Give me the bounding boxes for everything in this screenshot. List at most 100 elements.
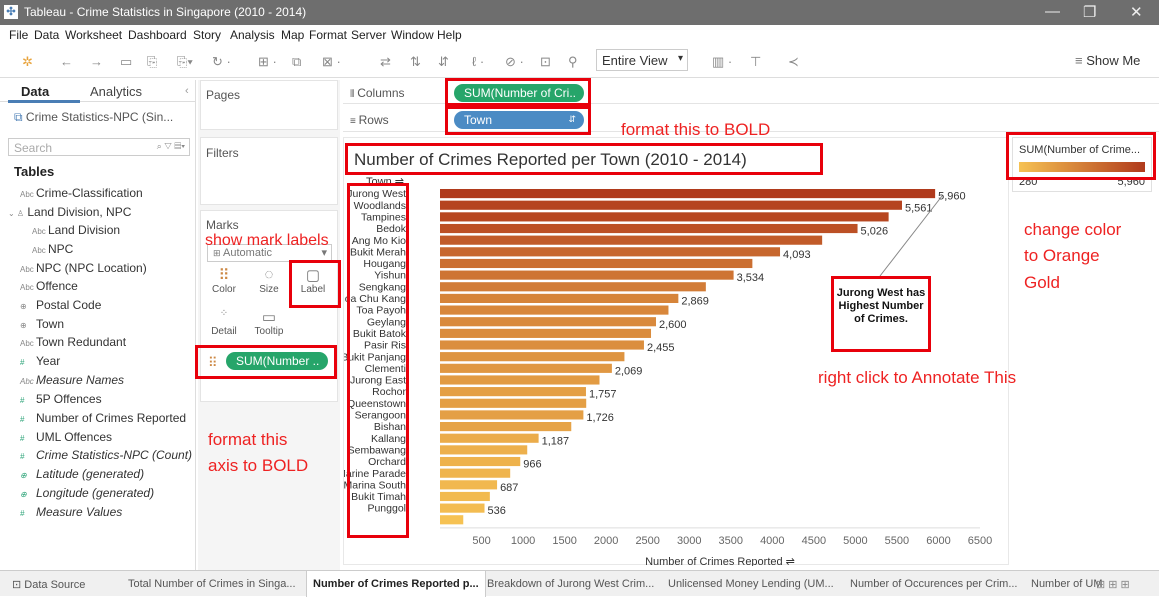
bar — [440, 235, 823, 245]
bar — [440, 445, 528, 455]
field-measure-names[interactable]: Abc Measure Names — [20, 373, 124, 387]
menu-story[interactable]: Story — [193, 28, 221, 42]
field-town-redundant[interactable]: Abc Town Redundant — [20, 335, 126, 349]
bar — [440, 491, 490, 502]
tooltip-button[interactable]: ▭ Tooltip — [251, 308, 287, 344]
new-datasource-icon[interactable]: ⎘ — [147, 54, 157, 70]
close-icon[interactable]: ✕ — [1130, 3, 1143, 21]
fit-dropdown[interactable]: Entire View ▾ — [596, 49, 688, 71]
field-land-division-npc[interactable]: ⌄ ♙ Land Division, NPC — [8, 205, 131, 219]
maximize-icon[interactable]: ❐ — [1083, 3, 1096, 21]
field-postal-code[interactable]: ⊕ Postal Code — [20, 298, 101, 312]
menu-map[interactable]: Map — [281, 28, 304, 42]
add-sheet-icon[interactable]: ⊞ · — [258, 54, 277, 70]
menu-window[interactable]: Window — [391, 28, 434, 42]
field-crime-statistics-count[interactable]: # Crime Statistics-NPC (Count) — [20, 448, 192, 462]
field-year[interactable]: # Year — [20, 354, 60, 368]
bar — [440, 375, 600, 385]
field-label: Town — [36, 317, 65, 331]
field-npc[interactable]: Abc NPC — [32, 242, 73, 256]
share-icon[interactable]: ≺ — [788, 54, 799, 70]
menu-worksheet[interactable]: Worksheet — [65, 28, 122, 42]
refresh-icon[interactable]: ↻ · — [212, 54, 231, 70]
field-town[interactable]: ⊕ Town — [20, 317, 64, 331]
color-button[interactable]: ⠿ Color — [206, 266, 242, 302]
rows-label: ≡ Rows — [350, 113, 389, 127]
bar — [440, 270, 734, 280]
clear-sheet-icon[interactable]: ⊠ · — [322, 54, 341, 70]
bar — [440, 258, 753, 269]
pin-icon[interactable]: ⚲ — [568, 54, 578, 70]
x-tick-label: 1500 — [552, 535, 576, 547]
new-worksheet-icon[interactable]: ⎘▾ — [177, 54, 193, 70]
group-icon[interactable]: ⊘ · — [505, 54, 524, 70]
field-measure-values[interactable]: # Measure Values — [20, 505, 122, 519]
menu-server[interactable]: Server — [351, 28, 386, 42]
tab-uml[interactable]: Unlicensed Money Lending (UM... — [668, 578, 834, 590]
menu-help[interactable]: Help — [437, 28, 462, 42]
columns-highlight-box — [445, 78, 591, 106]
tab-data-source[interactable]: ⊡ Data Source — [12, 578, 85, 591]
tableau-icon[interactable]: ✲ — [22, 54, 33, 70]
detail-button[interactable]: ⁘ Detail — [206, 308, 242, 344]
sort-asc-icon[interactable]: ⇅ — [410, 54, 421, 70]
data-label: 5,026 — [861, 226, 889, 238]
field-latitude[interactable]: ⊕ Latitude (generated) — [20, 467, 144, 481]
field-label: Number of Crimes Reported — [36, 411, 187, 425]
size-icon: ◌ — [264, 266, 274, 283]
menu-analysis[interactable]: Analysis — [230, 28, 275, 42]
tab-data[interactable]: Data — [21, 84, 49, 99]
bar-chart[interactable]: Number of Crimes Reported per Town (2010… — [331, 138, 1010, 568]
annotation-callout[interactable]: Jurong West has Highest Number of Crimes… — [831, 276, 931, 352]
redo-icon[interactable]: → — [90, 54, 103, 69]
string-type-icon: Abc — [32, 246, 46, 255]
number-type-icon: # — [20, 434, 25, 443]
swap-icon[interactable]: ⇄ — [380, 54, 391, 70]
search-input[interactable]: Search ⌕ ▽ ▤▾ — [8, 138, 190, 156]
new-sheet-icons[interactable]: ⊞ ⊞ ⊞ — [1096, 578, 1130, 591]
window-title: Tableau - Crime Statistics in Singapore … — [24, 5, 307, 19]
duplicate-sheet-icon[interactable]: ⧉ — [292, 54, 301, 70]
presentation-icon[interactable]: ⊤ — [750, 54, 761, 70]
show-me-button[interactable]: ≡ Show Me — [1075, 53, 1140, 68]
size-button[interactable]: ◌ Size — [251, 266, 287, 302]
bar — [440, 456, 521, 467]
filter-search-icon[interactable]: ⌕ ▽ ▤▾ — [157, 141, 185, 152]
minimize-icon[interactable]: — — [1045, 3, 1060, 20]
field-offence[interactable]: Abc Offence — [20, 279, 78, 293]
field-5p-offences[interactable]: #5P Offences — [20, 392, 102, 406]
x-tick-label: 3000 — [677, 535, 701, 547]
field-label: Longitude (generated) — [36, 486, 155, 500]
field-label: 5P Offences — [36, 392, 102, 406]
field-label: Year — [36, 354, 61, 368]
field-label: Offence — [36, 279, 78, 293]
data-label: 2,600 — [659, 319, 687, 331]
tab-analytics[interactable]: Analytics — [90, 84, 142, 99]
tooltip-label: Tooltip — [254, 326, 284, 337]
field-longitude[interactable]: ⊕ Longitude (generated) — [20, 486, 154, 500]
menu-format[interactable]: Format — [309, 28, 347, 42]
menu-dashboard[interactable]: Dashboard — [128, 28, 187, 42]
tab-crimes-per-town[interactable]: Number of Crimes Reported p... — [306, 571, 486, 597]
globe-icon: ⊕ — [20, 321, 27, 330]
labels-toggle-icon[interactable]: ⊡ — [540, 54, 551, 70]
tab-jurong-west[interactable]: Breakdown of Jurong West Crim... — [487, 578, 654, 590]
field-uml-offences[interactable]: # UML Offences — [20, 430, 112, 444]
collapse-pane-icon[interactable]: ‹ — [185, 85, 189, 97]
save-icon[interactable]: ▭ — [120, 54, 132, 70]
show-cards-icon[interactable]: ▥ · — [712, 54, 732, 70]
field-crime-classification[interactable]: Abc Crime-Classification — [20, 186, 143, 200]
tab-total-crimes[interactable]: Total Number of Crimes in Singa... — [128, 578, 296, 590]
highlight-icon[interactable]: ℓ · — [472, 54, 484, 69]
data-label: 2,869 — [681, 296, 709, 308]
field-number-of-crimes-reported[interactable]: # Number of Crimes Reported — [20, 411, 186, 425]
tab-occurrences[interactable]: Number of Occurences per Crim... — [850, 578, 1018, 590]
datasource-name[interactable]: ⧉ Crime Statistics-NPC (Sin... — [14, 110, 173, 125]
menu-file[interactable]: File — [9, 28, 28, 42]
field-land-division[interactable]: Abc Land Division — [32, 223, 120, 237]
field-npc-location[interactable]: Abc NPC (NPC Location) — [20, 261, 147, 275]
sort-desc-icon[interactable]: ⇵ — [438, 54, 449, 70]
undo-icon[interactable]: ← — [60, 54, 73, 69]
menu-data[interactable]: Data — [34, 28, 59, 42]
tab-number-of-um[interactable]: Number of UM — [1031, 578, 1103, 590]
